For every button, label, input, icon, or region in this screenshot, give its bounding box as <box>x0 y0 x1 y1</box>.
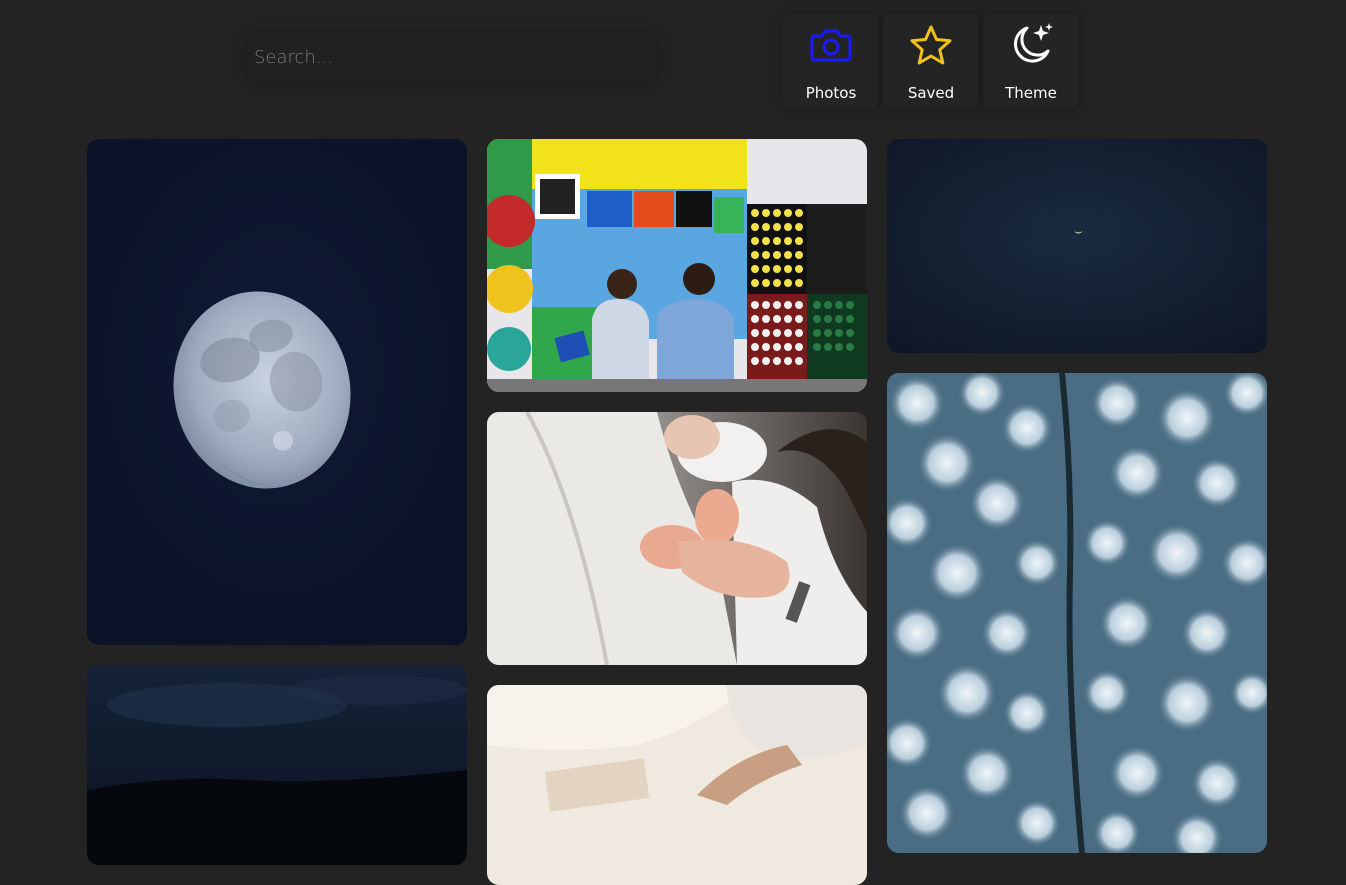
theme-button[interactable]: Theme <box>983 14 1079 108</box>
photo-snowy-forest[interactable] <box>887 373 1267 853</box>
top-toolbar: Photos Saved Theme <box>0 0 1346 120</box>
photos-button[interactable]: Photos <box>783 14 879 108</box>
saved-button[interactable]: Saved <box>883 14 979 108</box>
photos-label: Photos <box>805 84 857 102</box>
camera-icon <box>808 22 854 68</box>
photo-moon[interactable] <box>87 139 467 645</box>
star-icon <box>908 22 954 68</box>
theme-label: Theme <box>1005 84 1057 102</box>
photo-white-linen[interactable] <box>487 685 867 885</box>
photo-night-landscape[interactable] <box>87 665 467 865</box>
search-input[interactable] <box>248 33 656 81</box>
photo-night-crescent[interactable] <box>887 139 1267 353</box>
moon-stars-icon <box>1008 22 1054 68</box>
photo-newborn-feet[interactable] <box>487 412 867 665</box>
saved-label: Saved <box>907 84 955 102</box>
photo-mural-couple[interactable] <box>487 139 867 392</box>
